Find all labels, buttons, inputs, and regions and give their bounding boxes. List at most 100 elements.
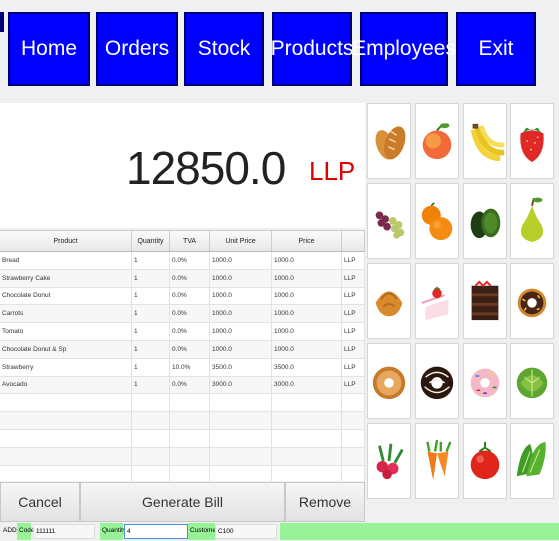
empty-cell [210, 465, 272, 481]
code-field[interactable]: 111111 [33, 524, 95, 539]
col-header-tva[interactable]: TVA [170, 231, 210, 251]
product-tile[interactable] [510, 423, 554, 499]
quantity-field[interactable]: 4 [124, 524, 188, 539]
tomato-icon [470, 441, 500, 480]
product-tile[interactable] [367, 263, 411, 339]
empty-table-row [0, 465, 365, 481]
empty-cell [170, 394, 210, 412]
product-tile[interactable] [367, 183, 411, 259]
total-amount: 12850.0 [126, 142, 286, 194]
home-button[interactable]: Home [8, 12, 90, 86]
empty-cell [210, 412, 272, 429]
employees-button[interactable]: Employees [352, 12, 456, 86]
cell-currency: LLP [342, 376, 365, 394]
cell-product: Carrots [0, 305, 132, 323]
cell-tva: 0.0% [170, 305, 210, 323]
total-currency: LLP [309, 156, 356, 186]
col-header-product[interactable]: Product [0, 231, 132, 251]
cell-unit-price: 1000.0 [210, 340, 272, 358]
action-bar: Cancel Generate Bill Remove [0, 482, 365, 522]
cell-product: Strawberry Cake [0, 269, 132, 287]
status-bar: ADD Code 111111 Quantity 4 Customer C100 [0, 522, 559, 541]
cell-quantity: 1 [132, 323, 170, 340]
product-tile[interactable] [510, 343, 554, 419]
product-tile[interactable] [510, 183, 554, 259]
cancel-button[interactable]: Cancel [0, 482, 80, 522]
strawberry-icon [520, 127, 544, 162]
products-button[interactable]: Products [271, 12, 353, 86]
cell-unit-price: 1000.0 [210, 269, 272, 287]
empty-table-row [0, 412, 365, 430]
product-tile[interactable] [463, 343, 507, 419]
product-tile[interactable] [510, 103, 554, 179]
cell-quantity: 1 [132, 340, 170, 358]
product-tile[interactable] [463, 263, 507, 339]
table-row[interactable]: Chocolate Donut & Sp 1 0.0% 1000.0 1000.0 LLP [0, 340, 365, 359]
product-tile[interactable] [463, 183, 507, 259]
empty-cell [132, 412, 170, 429]
cell-currency: LLP [342, 287, 365, 305]
table-row[interactable]: Carrots 1 0.0% 1000.0 1000.0 LLP [0, 305, 365, 324]
bread-icon [375, 126, 406, 160]
product-tile[interactable] [415, 263, 459, 339]
croissant-icon [375, 291, 403, 317]
empty-cell [272, 429, 342, 447]
cell-currency: LLP [342, 358, 365, 376]
empty-cell [272, 394, 342, 412]
table-row[interactable]: Avocado 1 0.0% 3000.0 3000.0 LLP [0, 376, 365, 395]
table-row[interactable]: Tomato 1 0.0% 1000.0 1000.0 LLP [0, 323, 365, 341]
table-row[interactable]: Bread 1 0.0% 1000.0 1000.0 LLP [0, 252, 365, 270]
empty-cell [0, 394, 132, 412]
cell-product: Chocolate Donut [0, 287, 132, 305]
empty-cell [170, 465, 210, 481]
cell-quantity: 1 [132, 287, 170, 305]
cell-currency: LLP [342, 323, 365, 340]
empty-cell [342, 447, 365, 465]
product-tile[interactable] [415, 183, 459, 259]
col-header-price[interactable]: Price [272, 231, 342, 251]
generate-bill-button[interactable]: Generate Bill [80, 482, 285, 522]
empty-cell [132, 394, 170, 412]
cell-tva: 0.0% [170, 340, 210, 358]
chocolate-cake-icon [471, 280, 499, 321]
table-row[interactable]: Chocolate Donut 1 0.0% 1000.0 1000.0 LLP [0, 287, 365, 306]
strawberry-cake-icon [421, 286, 449, 321]
cell-price: 1000.0 [272, 252, 342, 269]
cell-product: Avocado [0, 376, 132, 394]
product-tile[interactable] [367, 103, 411, 179]
empty-cell [272, 465, 342, 481]
product-tile[interactable] [463, 103, 507, 179]
customer-field[interactable]: C100 [215, 524, 277, 539]
cell-quantity: 1 [132, 269, 170, 287]
cell-unit-price: 3000.0 [210, 376, 272, 394]
table-row[interactable]: Strawberry 1 10.0% 3500.0 3500.0 LLP [0, 358, 365, 377]
col-header-currency[interactable] [342, 231, 365, 251]
cell-price: 3500.0 [272, 358, 342, 376]
remove-button[interactable]: Remove [285, 482, 365, 522]
product-tile[interactable] [463, 423, 507, 499]
col-header-unit-price[interactable]: Unit Price [210, 231, 272, 251]
table-row[interactable]: Strawberry Cake 1 0.0% 1000.0 1000.0 LLP [0, 269, 365, 288]
cell-price: 1000.0 [272, 323, 342, 340]
empty-table-row [0, 429, 365, 448]
cell-currency: LLP [342, 305, 365, 323]
product-grid [367, 103, 557, 503]
product-tile[interactable] [415, 343, 459, 419]
stock-button[interactable]: Stock [184, 12, 264, 86]
cell-tva: 10.0% [170, 358, 210, 376]
mode-label: ADD [3, 527, 17, 534]
product-tile[interactable] [367, 343, 411, 419]
product-tile[interactable] [367, 423, 411, 499]
cell-unit-price: 1000.0 [210, 305, 272, 323]
empty-cell [170, 429, 210, 447]
empty-cell [342, 394, 365, 412]
product-tile[interactable] [415, 423, 459, 499]
orders-button[interactable]: Orders [96, 12, 178, 86]
cell-product: Strawberry [0, 358, 132, 376]
product-tile[interactable] [510, 263, 554, 339]
cell-price: 1000.0 [272, 305, 342, 323]
cell-product: Tomato [0, 323, 132, 340]
product-tile[interactable] [415, 103, 459, 179]
col-header-quantity[interactable]: Quantity [132, 231, 170, 251]
exit-button[interactable]: Exit [456, 12, 536, 86]
